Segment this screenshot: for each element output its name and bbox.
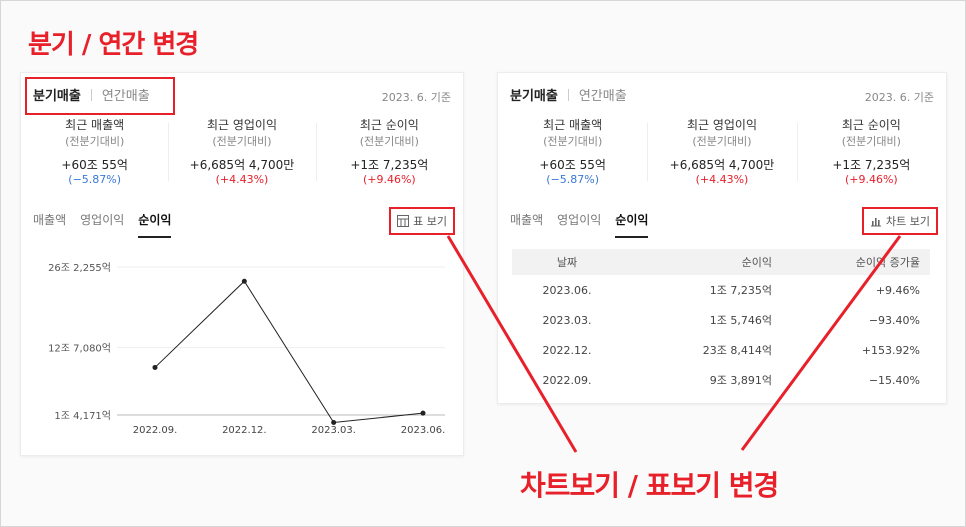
- x-tick-label: 2023.06.: [401, 425, 446, 436]
- data-point: [241, 278, 247, 284]
- metric-tabs: 매출액 영업이익 순이익: [510, 211, 662, 238]
- kpi-title: 최근 매출액: [65, 118, 125, 132]
- table-icon: [397, 215, 410, 227]
- tab-net-income[interactable]: 순이익: [615, 211, 649, 238]
- kpi-sub: (전분기대비): [65, 135, 125, 148]
- cell-growth: +153.92%: [861, 343, 920, 357]
- metric-tabs: 매출액 영업이익 순이익: [33, 211, 185, 238]
- panel-header: 분기매출 연간매출 2023. 6. 기준: [510, 85, 934, 109]
- cell-date: 2022.09.: [542, 373, 592, 387]
- data-point: [152, 364, 158, 370]
- kpi-sub: (전분기대비): [212, 135, 272, 148]
- kpi-title: 최근 순이익: [841, 118, 901, 132]
- kpi-sub: (전분기대비): [359, 135, 419, 148]
- quarterly-sales-tab[interactable]: 분기매출: [510, 85, 558, 104]
- table-view-label: 표 보기: [413, 215, 447, 228]
- annotation-top-title: 분기 / 연간 변경: [28, 30, 199, 60]
- kpi-value: +6,685억 4,700만: [669, 158, 775, 172]
- col-net-income: 순이익: [622, 249, 772, 275]
- x-tick-label: 2023.03.: [311, 425, 356, 436]
- table-row: 2022.12. 23조 8,414억 +153.92%: [512, 335, 930, 365]
- annual-sales-tab[interactable]: 연간매출: [579, 85, 627, 104]
- kpi-value: +1조 7,235억: [832, 158, 911, 172]
- kpi-net-income: 최근 순이익 (전분기대비) +1조 7,235억 (+9.46%): [796, 117, 946, 187]
- kpi-title: 최근 순이익: [359, 118, 419, 132]
- data-point: [420, 410, 426, 416]
- net-income-line-chart: 1조 4,171억 12조 7,080억 26조 2,255억 2022.09. 202…: [48, 262, 446, 436]
- cell-value: 1조 5,746억: [709, 314, 772, 327]
- y-tick-label: 1조 4,171억: [54, 410, 111, 422]
- cell-growth: +9.46%: [875, 283, 920, 297]
- col-date: 날짜: [512, 249, 622, 275]
- kpi-row: 최근 매출액 (전분기대비) +60조 55억 (−5.87%) 최근 영업이익…: [498, 117, 946, 187]
- kpi-delta: (+4.43%): [695, 173, 749, 186]
- segment-highlight-box: [25, 77, 175, 115]
- cell-value: 23조 8,414억: [702, 344, 772, 357]
- chart-view-button[interactable]: 차트 보기: [862, 207, 938, 235]
- period-segment: 분기매출 연간매출: [510, 85, 627, 104]
- kpi-delta: (+9.46%): [362, 173, 416, 186]
- annotation-bottom-title: 차트보기 / 표보기 변경: [520, 469, 779, 502]
- kpi-value: +6,685억 4,700만: [189, 158, 295, 172]
- kpi-delta: (+9.46%): [844, 173, 898, 186]
- x-tick-label: 2022.12.: [222, 425, 267, 436]
- net-income-table: 날짜 순이익 순이익 증가율 2023.06. 1조 7,235억 +9.46%…: [512, 249, 930, 395]
- col-growth: 순이익 증가율: [772, 249, 930, 275]
- table-row: 2023.06. 1조 7,235억 +9.46%: [512, 275, 930, 305]
- cell-growth: −93.40%: [868, 313, 920, 327]
- segment-divider: [567, 88, 569, 101]
- table-row: 2023.03. 1조 5,746억 −93.40%: [512, 305, 930, 335]
- kpi-sub: (전분기대비): [692, 135, 752, 148]
- kpi-delta: (+4.43%): [215, 173, 269, 186]
- table-header-row: 날짜 순이익 순이익 증가율: [512, 249, 930, 275]
- x-tick-label: 2022.09.: [133, 425, 178, 436]
- y-tick-label: 12조 7,080억: [48, 343, 111, 355]
- table-view-button[interactable]: 표 보기: [389, 207, 455, 235]
- bar-chart-icon: [871, 218, 882, 227]
- kpi-delta: (−5.87%): [546, 173, 600, 186]
- tab-net-income[interactable]: 순이익: [138, 211, 172, 238]
- cell-date: 2023.03.: [542, 313, 592, 327]
- kpi-title: 최근 매출액: [543, 118, 603, 132]
- tab-revenue[interactable]: 매출액: [510, 211, 543, 238]
- kpi-sub: (전분기대비): [543, 135, 603, 148]
- kpi-operating-profit: 최근 영업이익 (전분기대비) +6,685억 4,700만 (+4.43%): [647, 117, 796, 187]
- kpi-delta: (−5.87%): [68, 173, 122, 186]
- kpi-value: +60조 55억: [539, 158, 606, 172]
- kpi-title: 최근 영업이익: [206, 118, 278, 132]
- y-tick-label: 26조 2,255억: [48, 262, 111, 274]
- kpi-value: +1조 7,235억: [350, 158, 429, 172]
- kpi-operating-profit: 최근 영업이익 (전분기대비) +6,685억 4,700만 (+4.43%): [168, 117, 315, 187]
- cell-value: 1조 7,235억: [709, 284, 772, 297]
- chart-view-label: 차트 보기: [886, 215, 930, 228]
- kpi-net-income: 최근 순이익 (전분기대비) +1조 7,235억 (+9.46%): [315, 117, 463, 187]
- cell-date: 2023.06.: [542, 283, 592, 297]
- cell-value: 9조 3,891억: [709, 374, 772, 387]
- right-panel: 분기매출 연간매출 2023. 6. 기준 최근 매출액 (전분기대비) +60…: [497, 72, 947, 404]
- series-line: [154, 280, 424, 424]
- table-row: 2022.09. 9조 3,891억 −15.40%: [512, 365, 930, 395]
- tab-operating-profit[interactable]: 영업이익: [557, 211, 601, 238]
- kpi-revenue: 최근 매출액 (전분기대비) +60조 55억 (−5.87%): [498, 117, 647, 187]
- cell-date: 2022.12.: [542, 343, 592, 357]
- basis-date: 2023. 6. 기준: [864, 91, 934, 104]
- kpi-revenue: 최근 매출액 (전분기대비) +60조 55억 (−5.87%): [21, 117, 168, 187]
- basis-date: 2023. 6. 기준: [381, 91, 451, 104]
- kpi-title: 최근 영업이익: [686, 118, 758, 132]
- kpi-sub: (전분기대비): [841, 135, 901, 148]
- cell-growth: −15.40%: [868, 373, 920, 387]
- left-panel: 분기매출 연간매출 2023. 6. 기준 최근 매출액 (전분기대비) +60…: [20, 72, 464, 456]
- tab-operating-profit[interactable]: 영업이익: [80, 211, 124, 238]
- kpi-row: 최근 매출액 (전분기대비) +60조 55억 (−5.87%) 최근 영업이익…: [21, 117, 463, 187]
- tab-revenue[interactable]: 매출액: [33, 211, 66, 238]
- kpi-value: +60조 55억: [61, 158, 128, 172]
